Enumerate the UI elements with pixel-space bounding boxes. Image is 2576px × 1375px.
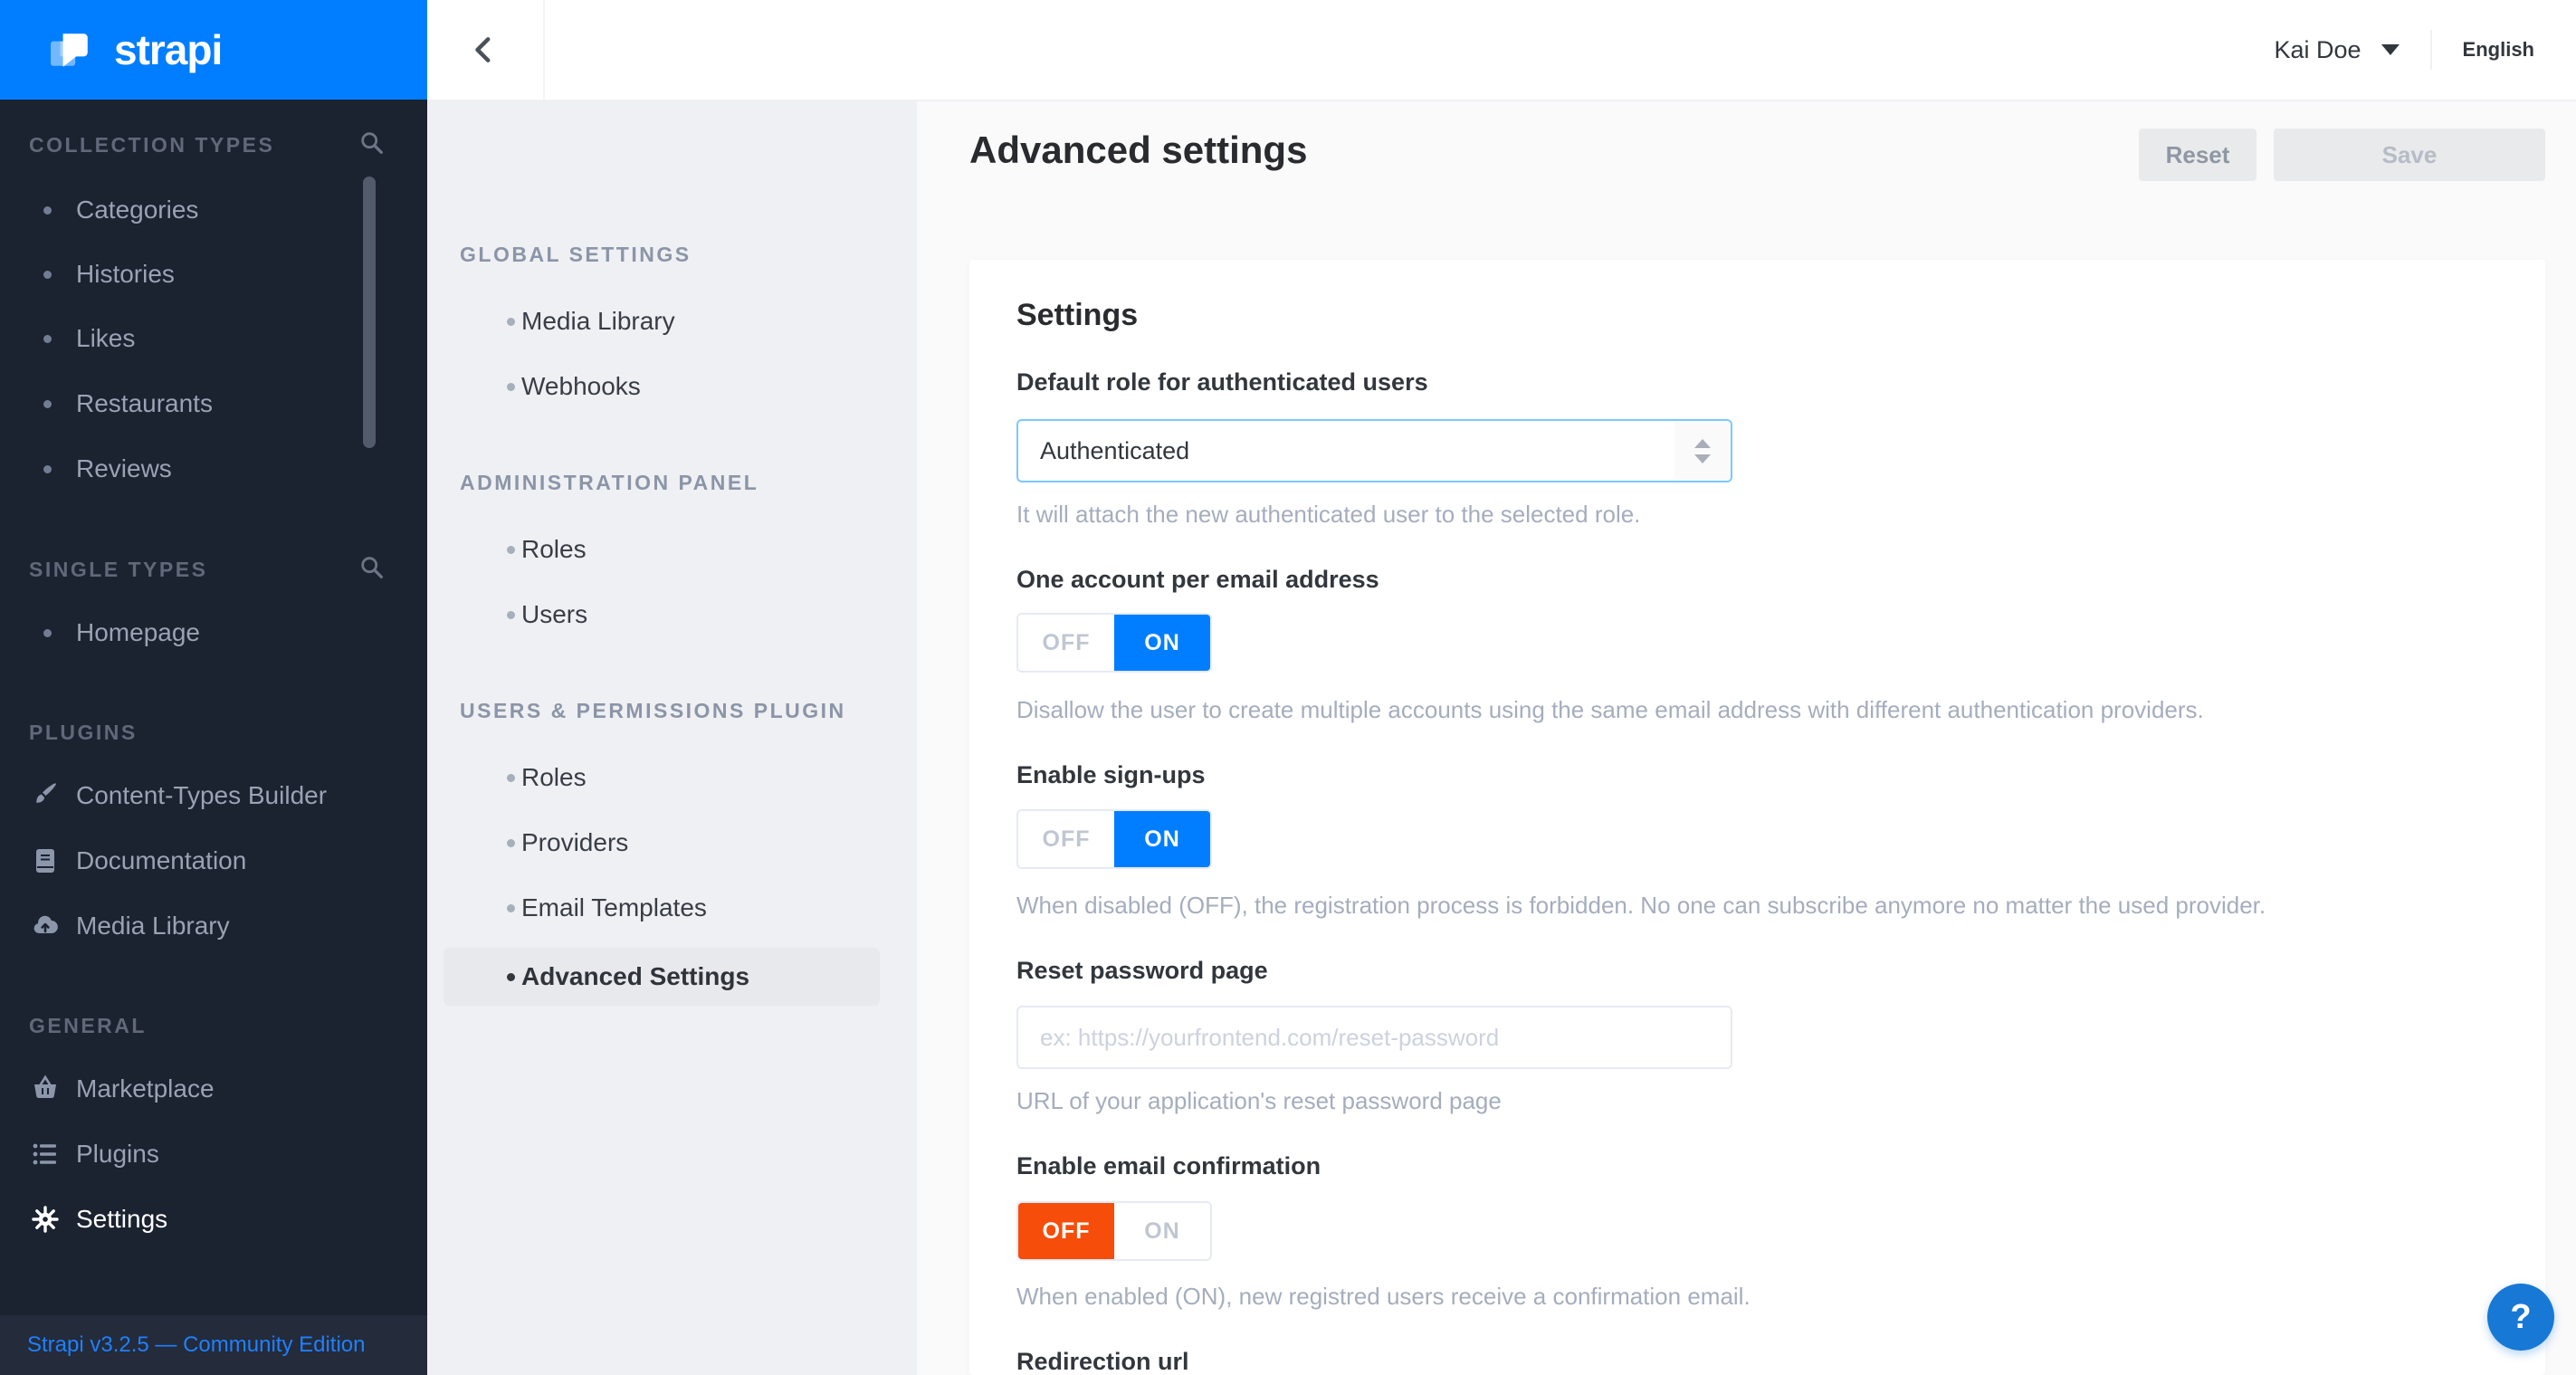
enable-signups-toggle[interactable]: OFF ON: [1016, 809, 1212, 869]
sidebar-item-likes[interactable]: Likes: [0, 313, 427, 364]
default-role-help: It will attach the new authenticated use…: [1016, 501, 1641, 528]
sidebar-item-documentation[interactable]: Documentation: [0, 836, 427, 886]
single-types-header: SINGLE TYPES: [29, 558, 208, 581]
help-button[interactable]: ?: [2487, 1284, 2554, 1351]
reset-button[interactable]: Reset: [2139, 129, 2256, 181]
settings-nav-advanced-settings[interactable]: Advanced Settings: [444, 948, 880, 1006]
sidebar-item-content-types-builder[interactable]: Content-Types Builder: [0, 770, 427, 821]
app-version-link[interactable]: Strapi v3.2.5 — Community Edition: [0, 1315, 427, 1375]
one-account-toggle[interactable]: OFF ON: [1016, 613, 1212, 673]
collection-types-header: COLLECTION TYPES: [29, 133, 275, 157]
list-icon: [31, 1140, 60, 1169]
bullet-icon: [507, 972, 515, 981]
chevron-down-icon[interactable]: [2380, 44, 2399, 55]
page-title: Advanced settings: [969, 129, 1308, 171]
settings-nav-webhooks[interactable]: Webhooks: [427, 361, 917, 412]
sidebar-item-plugins[interactable]: Plugins: [0, 1129, 427, 1179]
email-confirmation-label: Enable email confirmation: [1016, 1152, 1321, 1179]
settings-nav: GLOBAL SETTINGS Media Library Webhooks A…: [427, 101, 917, 1375]
toggle-off-option[interactable]: OFF: [1018, 811, 1114, 867]
topbar: Kai Doe English: [427, 0, 2576, 101]
search-icon[interactable]: [358, 554, 386, 581]
sidebar-item-homepage[interactable]: Homepage: [0, 607, 427, 658]
bullet-icon: [507, 545, 515, 554]
settings-nav-media-library[interactable]: Media Library: [427, 296, 917, 347]
sidebar-item-histories[interactable]: Histories: [0, 249, 427, 300]
toggle-off-option[interactable]: OFF: [1018, 1203, 1114, 1259]
bullet-icon: [507, 903, 515, 912]
email-confirmation-help: When enabled (ON), new registred users r…: [1016, 1283, 1751, 1310]
chevron-left-icon: [470, 34, 501, 65]
toggle-on-option[interactable]: ON: [1114, 811, 1210, 867]
default-role-label: Default role for authenticated users: [1016, 368, 1428, 396]
settings-nav-providers[interactable]: Providers: [427, 817, 917, 868]
save-button[interactable]: Save: [2274, 129, 2545, 181]
administration-panel-header: ADMINISTRATION PANEL: [460, 471, 759, 494]
sidebar-item-media-library[interactable]: Media Library: [0, 901, 427, 951]
user-menu[interactable]: Kai Doe: [2274, 36, 2361, 64]
bullet-icon: [43, 464, 52, 473]
main-content: Advanced settings Reset Save Settings De…: [917, 101, 2576, 1375]
bullet-icon: [43, 205, 52, 215]
sidebar-item-settings[interactable]: Settings: [0, 1194, 427, 1245]
settings-nav-admin-roles[interactable]: Roles: [427, 524, 917, 575]
book-icon: [31, 846, 60, 875]
chevron-up-icon: [1694, 438, 1711, 448]
strapi-admin-screen: strapi COLLECTION TYPES Categories Histo…: [0, 0, 2576, 1375]
gear-icon: [31, 1205, 60, 1234]
global-settings-header: GLOBAL SETTINGS: [460, 243, 692, 266]
reset-password-label: Reset password page: [1016, 957, 1268, 984]
bullet-icon: [507, 317, 515, 326]
toggle-on-option[interactable]: ON: [1114, 615, 1210, 671]
email-confirmation-toggle[interactable]: OFF ON: [1016, 1201, 1212, 1261]
question-mark-icon: ?: [2510, 1297, 2532, 1336]
sidebar-item-categories[interactable]: Categories: [0, 185, 427, 235]
search-icon[interactable]: [358, 129, 386, 157]
cloud-upload-icon: [31, 912, 60, 941]
toggle-off-option[interactable]: OFF: [1018, 615, 1114, 671]
toggle-on-option[interactable]: ON: [1114, 1203, 1210, 1259]
primary-sidebar: strapi COLLECTION TYPES Categories Histo…: [0, 0, 427, 1375]
sidebar-item-reviews[interactable]: Reviews: [0, 444, 427, 494]
sidebar-item-marketplace[interactable]: Marketplace: [0, 1064, 427, 1114]
sidebar-item-restaurants[interactable]: Restaurants: [0, 378, 427, 429]
enable-signups-help: When disabled (OFF), the registration pr…: [1016, 892, 2266, 919]
bullet-icon: [507, 773, 515, 782]
bullet-icon: [43, 334, 52, 343]
users-permissions-header: USERS & PERMISSIONS PLUGIN: [460, 699, 846, 722]
settings-nav-up-roles[interactable]: Roles: [427, 752, 917, 803]
strapi-logo-text: strapi: [114, 26, 223, 73]
user-area: Kai Doe English: [2274, 0, 2576, 100]
chevron-down-icon: [1694, 454, 1711, 463]
reset-password-input[interactable]: [1016, 1006, 1732, 1069]
enable-signups-label: Enable sign-ups: [1016, 761, 1206, 788]
settings-card: Settings Default role for authenticated …: [969, 260, 2545, 1375]
bullet-icon: [507, 838, 515, 847]
bullet-icon: [507, 610, 515, 619]
strapi-logo-link[interactable]: strapi: [0, 0, 427, 100]
redirection-url-label: Redirection url: [1016, 1348, 1189, 1375]
settings-nav-admin-users[interactable]: Users: [427, 589, 917, 640]
bullet-icon: [43, 399, 52, 408]
language-selector[interactable]: English: [2463, 38, 2534, 62]
reset-password-help: URL of your application's reset password…: [1016, 1087, 1502, 1114]
back-button[interactable]: [427, 0, 545, 100]
app-version-text: Strapi v3.2.5 — Community Edition: [27, 1332, 366, 1357]
card-title: Settings: [1016, 298, 1139, 332]
settings-nav-email-templates[interactable]: Email Templates: [427, 883, 917, 933]
plugins-header: PLUGINS: [29, 721, 138, 744]
default-role-value: Authenticated: [1040, 436, 1190, 464]
bullet-icon: [43, 628, 52, 637]
bullet-icon: [43, 270, 52, 279]
select-stepper-icon[interactable]: [1674, 421, 1731, 481]
one-account-label: One account per email address: [1016, 566, 1379, 593]
basket-icon: [31, 1074, 60, 1103]
default-role-select[interactable]: Authenticated: [1016, 419, 1732, 482]
strapi-logo-icon: [51, 29, 92, 71]
bullet-icon: [507, 382, 515, 391]
brush-icon: [31, 781, 60, 810]
divider: [2429, 30, 2432, 70]
general-header: GENERAL: [29, 1014, 147, 1037]
one-account-help: Disallow the user to create multiple acc…: [1016, 696, 2204, 723]
